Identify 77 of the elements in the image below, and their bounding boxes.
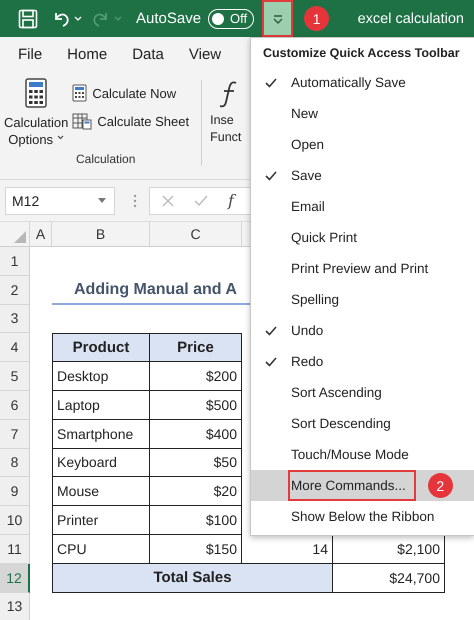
ribbon-tab[interactable]: File [18,46,42,63]
table-cell: $50 [150,448,242,478]
menu-item[interactable]: Touch/Mouse Mode [251,439,474,470]
name-box[interactable]: M12 [5,186,115,214]
caret-icon [114,16,122,22]
table-cell: Mouse [52,477,150,506]
menu-item[interactable]: More Commands... 2 [251,470,474,501]
table-cell: $20 [150,477,242,506]
row-header[interactable]: 4 [0,333,30,362]
menu-item[interactable]: Email [251,191,474,222]
check-icon [265,356,277,366]
row-header[interactable]: 7 [0,420,30,449]
table-cell: Smartphone [52,420,150,449]
caret-icon[interactable] [74,16,82,22]
column-heading: Price [150,333,242,362]
table-cell: Keyboard [52,448,150,478]
row-header[interactable]: 6 [0,390,30,420]
calculate-sheet-button[interactable]: Calculate Sheet [72,112,190,130]
ribbon-tab[interactable]: View [188,46,222,63]
column-header[interactable]: C [150,222,242,246]
calculator-icon [72,84,88,102]
ribbon-tab[interactable]: Data [132,46,164,63]
table-cell: Laptop [52,390,150,420]
ribbon-tab[interactable]: Home [67,46,108,63]
row-header[interactable]: 8 [0,448,30,478]
row-header[interactable]: 5 [0,362,30,391]
row-header[interactable]: 11 [0,534,30,564]
table-cell: $400 [150,420,242,449]
calculator-icon [25,78,48,108]
insert-function-label[interactable]: f [228,191,234,210]
menu-item[interactable]: New [251,98,474,129]
customize-toolbar-button[interactable] [262,0,294,37]
menu-item[interactable]: Save [251,160,474,191]
autosave-toggle[interactable]: Off [208,8,254,28]
menu-item[interactable]: Automatically Save [251,67,474,98]
check-icon [265,326,277,336]
step-badge: 2 [428,473,453,498]
group-label: Calculation [76,152,136,166]
dropdown-icon[interactable] [98,198,106,203]
calculate-now-button[interactable]: Calculate Now [72,84,190,102]
table-cell: $100 [150,506,242,535]
menu-item[interactable]: Quick Print [251,222,474,253]
menu-item[interactable]: Show Below the Ribbon [251,501,474,532]
check-icon [265,170,277,180]
table-cell: Printer [52,506,150,535]
row-header[interactable]: 2 [0,276,30,305]
menu-item[interactable]: Sort Ascending [251,377,474,408]
row-header[interactable]: 13 [0,592,30,620]
menu-item[interactable]: Sort Descending [251,408,474,439]
step-badge: 1 [304,6,330,31]
table-cell: $200 [150,362,242,391]
row-header[interactable]: 12 [0,564,30,593]
insert-function-button[interactable]: Inse Funct [210,76,242,151]
row-header[interactable]: 10 [0,506,30,535]
column-header[interactable]: B [52,222,150,246]
dropdown-icon [272,14,284,24]
row-header[interactable]: 1 [0,247,30,276]
menu-title: Customize Quick Access Toolbar [262,45,461,62]
menu-item[interactable]: Open [251,129,474,160]
caret-icon [57,135,64,140]
menu-item[interactable]: Undo [251,315,474,346]
autosave-label: AutoSave [136,10,202,27]
column-heading: Product [52,333,150,362]
menu-item[interactable]: Redo [251,346,474,377]
grip-icon [133,194,137,208]
total-label: Total Sales [52,564,333,593]
table-cell: Desktop [52,362,150,391]
row-header[interactable]: 3 [0,304,30,334]
window-title: excel calculation [358,10,464,26]
table-cell: $24,700 [333,564,445,593]
column-header[interactable]: A [30,222,52,246]
save-icon[interactable] [18,8,38,28]
row-header[interactable]: 9 [0,477,30,506]
table-cell: $500 [150,390,242,420]
sheet-calculator-icon [72,112,92,130]
check-icon [265,78,277,88]
calculation-options-button[interactable]: Calculation Options [0,76,72,151]
